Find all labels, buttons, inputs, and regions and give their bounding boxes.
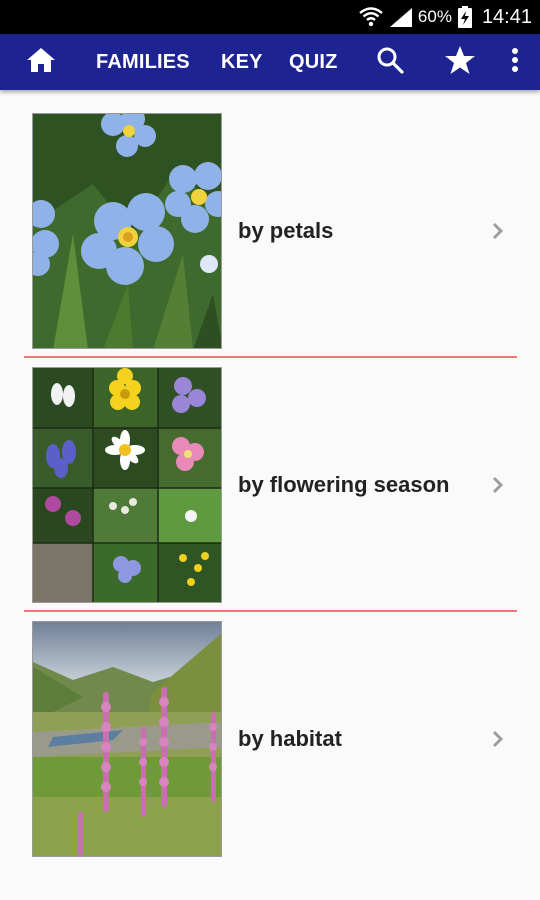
petals-thumbnail (32, 113, 222, 349)
more-vert-icon (511, 47, 519, 78)
tab-quiz[interactable]: QUIZ (289, 34, 338, 90)
chevron-right-icon (488, 113, 508, 349)
tab-families[interactable]: FAMILIES (96, 34, 190, 90)
chevron-right-icon (488, 367, 508, 603)
list-divider (24, 356, 517, 358)
star-icon (444, 45, 476, 80)
list-item-by-habitat[interactable]: by habitat (0, 621, 540, 857)
home-icon (26, 47, 56, 78)
status-icons: 60% 14:41 (356, 0, 532, 34)
search-icon (376, 46, 404, 79)
app-bar: FAMILIES KEY QUIZ (0, 34, 540, 90)
list-item-by-petals[interactable]: by petals (0, 113, 540, 349)
wifi-icon (356, 5, 386, 29)
search-button[interactable] (370, 34, 410, 90)
chevron-right-icon (488, 621, 508, 857)
signal-icon (386, 5, 416, 29)
home-button[interactable] (18, 34, 64, 90)
battery-percent: 60% (417, 7, 452, 26)
list-item-by-flowering-season[interactable]: by flowering season (0, 367, 540, 603)
list-divider (24, 610, 517, 612)
list-item-label: by flowering season (238, 472, 450, 497)
overflow-menu-button[interactable] (500, 34, 530, 90)
status-bar: 60% 14:41 (0, 0, 540, 34)
clock: 14:41 (481, 5, 532, 28)
flowering-season-thumbnail (32, 367, 222, 603)
list-item-label: by habitat (238, 726, 342, 751)
tab-key[interactable]: KEY (221, 34, 263, 90)
list-item-label: by petals (238, 218, 334, 243)
battery-charging-icon (456, 5, 474, 29)
favorites-button[interactable] (440, 34, 480, 90)
habitat-thumbnail (32, 621, 222, 857)
